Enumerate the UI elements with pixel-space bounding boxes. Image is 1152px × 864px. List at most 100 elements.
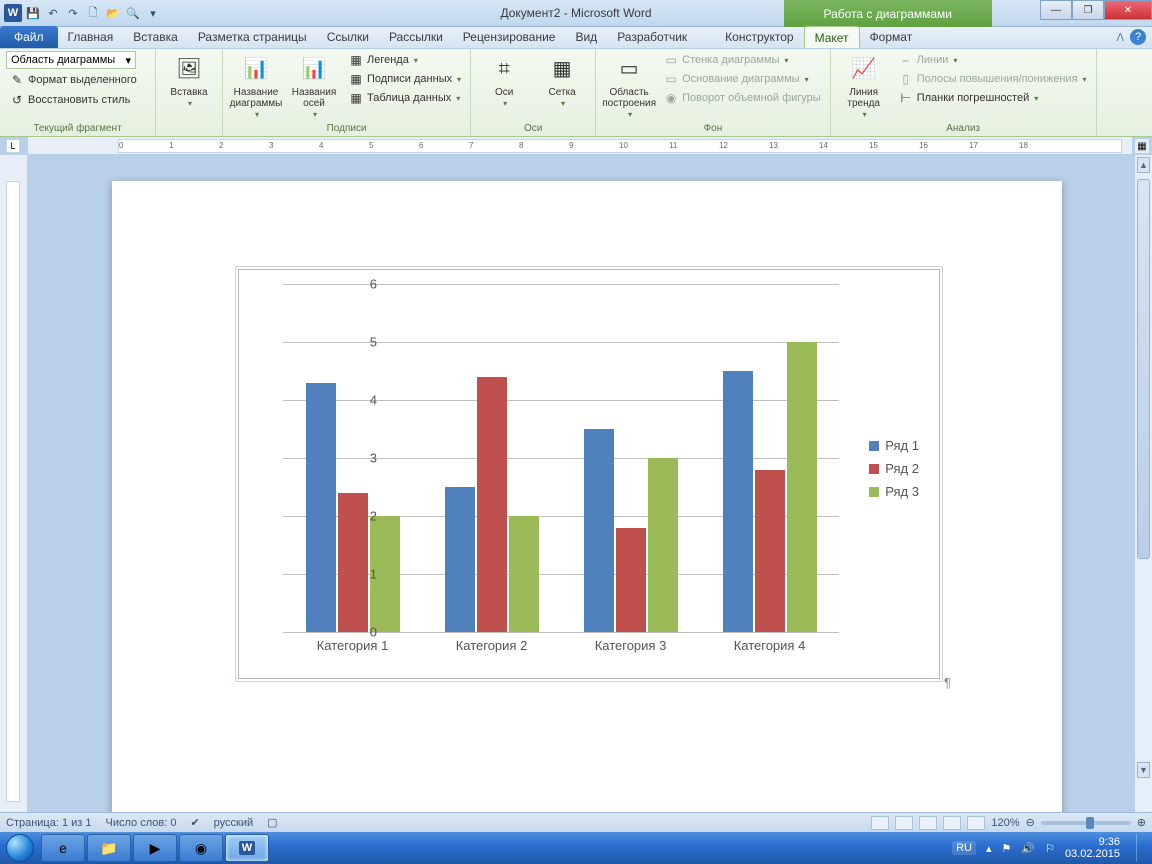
scroll-up-icon[interactable]: ▲ bbox=[1137, 157, 1150, 173]
zoom-slider[interactable] bbox=[1041, 821, 1131, 825]
view-print-layout-button[interactable] bbox=[871, 816, 889, 830]
chart-title-button[interactable]: 📊Название диаграммы bbox=[229, 51, 283, 122]
tab-page-layout[interactable]: Разметка страницы bbox=[188, 26, 317, 48]
minimize-ribbon-icon[interactable]: ᐱ bbox=[1116, 31, 1124, 44]
tab-view[interactable]: Вид bbox=[565, 26, 607, 48]
rotation-3d-button: ◉Поворот объемной фигуры bbox=[660, 89, 824, 107]
error-bars-button[interactable]: ⊢Планки погрешностей bbox=[895, 89, 1090, 107]
tray-action-center-icon[interactable]: ⚐ bbox=[1045, 842, 1055, 855]
taskbar-word-icon[interactable]: W bbox=[225, 834, 269, 862]
vertical-scrollbar[interactable]: ▲ ▼ bbox=[1134, 155, 1152, 812]
ribbon-group-current-selection: Область диаграммы▾ ✎Формат выделенного ↺… bbox=[0, 49, 156, 136]
scroll-down-icon[interactable]: ▼ bbox=[1137, 762, 1150, 778]
print-preview-icon[interactable]: 🔍 bbox=[124, 4, 142, 22]
tray-show-hidden-icon[interactable]: ▴ bbox=[986, 842, 992, 855]
macro-record-icon[interactable]: ▢ bbox=[267, 816, 277, 829]
bar[interactable] bbox=[755, 470, 785, 632]
bar[interactable] bbox=[787, 342, 817, 632]
format-selection-button[interactable]: ✎Формат выделенного bbox=[6, 71, 140, 89]
tab-home[interactable]: Главная bbox=[58, 26, 124, 48]
save-icon[interactable]: 💾 bbox=[24, 4, 42, 22]
bar[interactable] bbox=[306, 383, 336, 632]
lines-button: ⎯Линии bbox=[895, 51, 1090, 69]
tab-layout[interactable]: Макет bbox=[804, 26, 860, 48]
trendline-button[interactable]: 📈Линия тренда bbox=[837, 51, 891, 122]
plot-area-button[interactable]: ▭Область построения bbox=[602, 51, 656, 122]
tab-selector[interactable]: L bbox=[6, 139, 20, 153]
redo-icon[interactable]: ↷ bbox=[64, 4, 82, 22]
close-button[interactable]: ✕ bbox=[1104, 0, 1152, 20]
view-fullscreen-button[interactable] bbox=[895, 816, 913, 830]
data-labels-button[interactable]: ▦Подписи данных bbox=[345, 70, 464, 88]
insert-button[interactable]: 🖼Вставка bbox=[162, 51, 216, 111]
tray-network-icon[interactable]: ⚑ bbox=[1001, 842, 1011, 855]
legend-button[interactable]: ▦Легенда bbox=[345, 51, 464, 69]
help-icon[interactable]: ? bbox=[1130, 29, 1146, 45]
tab-references[interactable]: Ссылки bbox=[317, 26, 379, 48]
chart-wall-icon: ▭ bbox=[663, 52, 679, 68]
open-icon[interactable]: 📂 bbox=[104, 4, 122, 22]
gridlines-button[interactable]: ▦Сетка bbox=[535, 51, 589, 111]
qat-customize-icon[interactable]: ▾ bbox=[144, 4, 162, 22]
axis-titles-button[interactable]: 📊Названия осей bbox=[287, 51, 341, 122]
legend-item[interactable]: Ряд 3 bbox=[869, 484, 919, 499]
bar[interactable] bbox=[477, 377, 507, 632]
legend-item[interactable]: Ряд 1 bbox=[869, 438, 919, 453]
tray-volume-icon[interactable]: 🔊 bbox=[1021, 842, 1035, 855]
zoom-in-button[interactable]: ⊕ bbox=[1137, 816, 1146, 829]
chart-element-selector[interactable]: Область диаграммы▾ bbox=[6, 51, 136, 69]
legend-item[interactable]: Ряд 2 bbox=[869, 461, 919, 476]
windows-taskbar: e 📁 ▶ ◉ W RU ▴ ⚑ 🔊 ⚐ 9:36 03.02.2015 bbox=[0, 832, 1152, 864]
view-outline-button[interactable] bbox=[943, 816, 961, 830]
horizontal-ruler[interactable]: L 0123456789101112131415161718 ▦ bbox=[28, 137, 1132, 155]
bar[interactable] bbox=[445, 487, 475, 632]
rotation-3d-icon: ◉ bbox=[663, 90, 679, 106]
zoom-out-button[interactable]: ⊖ bbox=[1026, 816, 1035, 829]
scrollbar-thumb[interactable] bbox=[1137, 179, 1150, 559]
document-area[interactable]: Ряд 1Ряд 2Ряд 3 0123456Категория 1Катего… bbox=[28, 155, 1152, 812]
browse-object-controls[interactable] bbox=[1137, 782, 1150, 810]
bar[interactable] bbox=[648, 458, 678, 632]
start-button[interactable] bbox=[0, 832, 40, 864]
tray-clock[interactable]: 9:36 03.02.2015 bbox=[1065, 836, 1120, 860]
taskbar-ie-icon[interactable]: e bbox=[41, 834, 85, 862]
data-table-button[interactable]: ▦Таблица данных bbox=[345, 89, 464, 107]
bar[interactable] bbox=[723, 371, 753, 632]
status-language[interactable]: русский bbox=[214, 817, 253, 829]
zoom-level[interactable]: 120% bbox=[991, 817, 1019, 829]
status-page[interactable]: Страница: 1 из 1 bbox=[6, 817, 92, 829]
status-word-count[interactable]: Число слов: 0 bbox=[106, 817, 177, 829]
tab-insert[interactable]: Вставка bbox=[123, 26, 188, 48]
view-draft-button[interactable] bbox=[967, 816, 985, 830]
tab-mailings[interactable]: Рассылки bbox=[379, 26, 453, 48]
tab-review[interactable]: Рецензирование bbox=[453, 26, 566, 48]
taskbar-mediaplayer-icon[interactable]: ▶ bbox=[133, 834, 177, 862]
ribbon-group-label: Анализ bbox=[837, 123, 1090, 136]
chart-object[interactable]: Ряд 1Ряд 2Ряд 3 0123456Категория 1Катего… bbox=[238, 269, 940, 679]
new-doc-icon[interactable]: 🗋 bbox=[84, 4, 102, 22]
tab-format[interactable]: Формат bbox=[860, 26, 923, 48]
axes-button[interactable]: ⌗Оси bbox=[477, 51, 531, 111]
bar[interactable] bbox=[584, 429, 614, 632]
tab-design[interactable]: Конструктор bbox=[715, 26, 803, 48]
minimize-button[interactable]: — bbox=[1040, 0, 1072, 20]
chart-legend[interactable]: Ряд 1 Ряд 2 Ряд 3 bbox=[869, 430, 919, 507]
undo-icon[interactable]: ↶ bbox=[44, 4, 62, 22]
ribbon-group-labels: 📊Название диаграммы 📊Названия осей ▦Леге… bbox=[223, 49, 471, 136]
maximize-button[interactable]: ❐ bbox=[1072, 0, 1104, 20]
reset-style-button[interactable]: ↺Восстановить стиль bbox=[6, 91, 133, 109]
updown-bars-icon: ▯ bbox=[898, 71, 914, 87]
tray-language[interactable]: RU bbox=[952, 841, 976, 855]
spellcheck-icon[interactable]: ✔ bbox=[190, 816, 199, 829]
show-desktop-button[interactable] bbox=[1136, 834, 1144, 862]
vertical-ruler[interactable] bbox=[0, 155, 28, 812]
bar[interactable] bbox=[616, 528, 646, 632]
bar[interactable] bbox=[509, 516, 539, 632]
ruler-toggle-icon[interactable]: ▦ bbox=[1134, 138, 1150, 154]
view-web-button[interactable] bbox=[919, 816, 937, 830]
taskbar-explorer-icon[interactable]: 📁 bbox=[87, 834, 131, 862]
taskbar-chrome-icon[interactable]: ◉ bbox=[179, 834, 223, 862]
window-title: Документ2 - Microsoft Word bbox=[500, 6, 651, 20]
tab-developer[interactable]: Разработчик bbox=[607, 26, 697, 48]
tab-file[interactable]: Файл bbox=[0, 26, 58, 48]
